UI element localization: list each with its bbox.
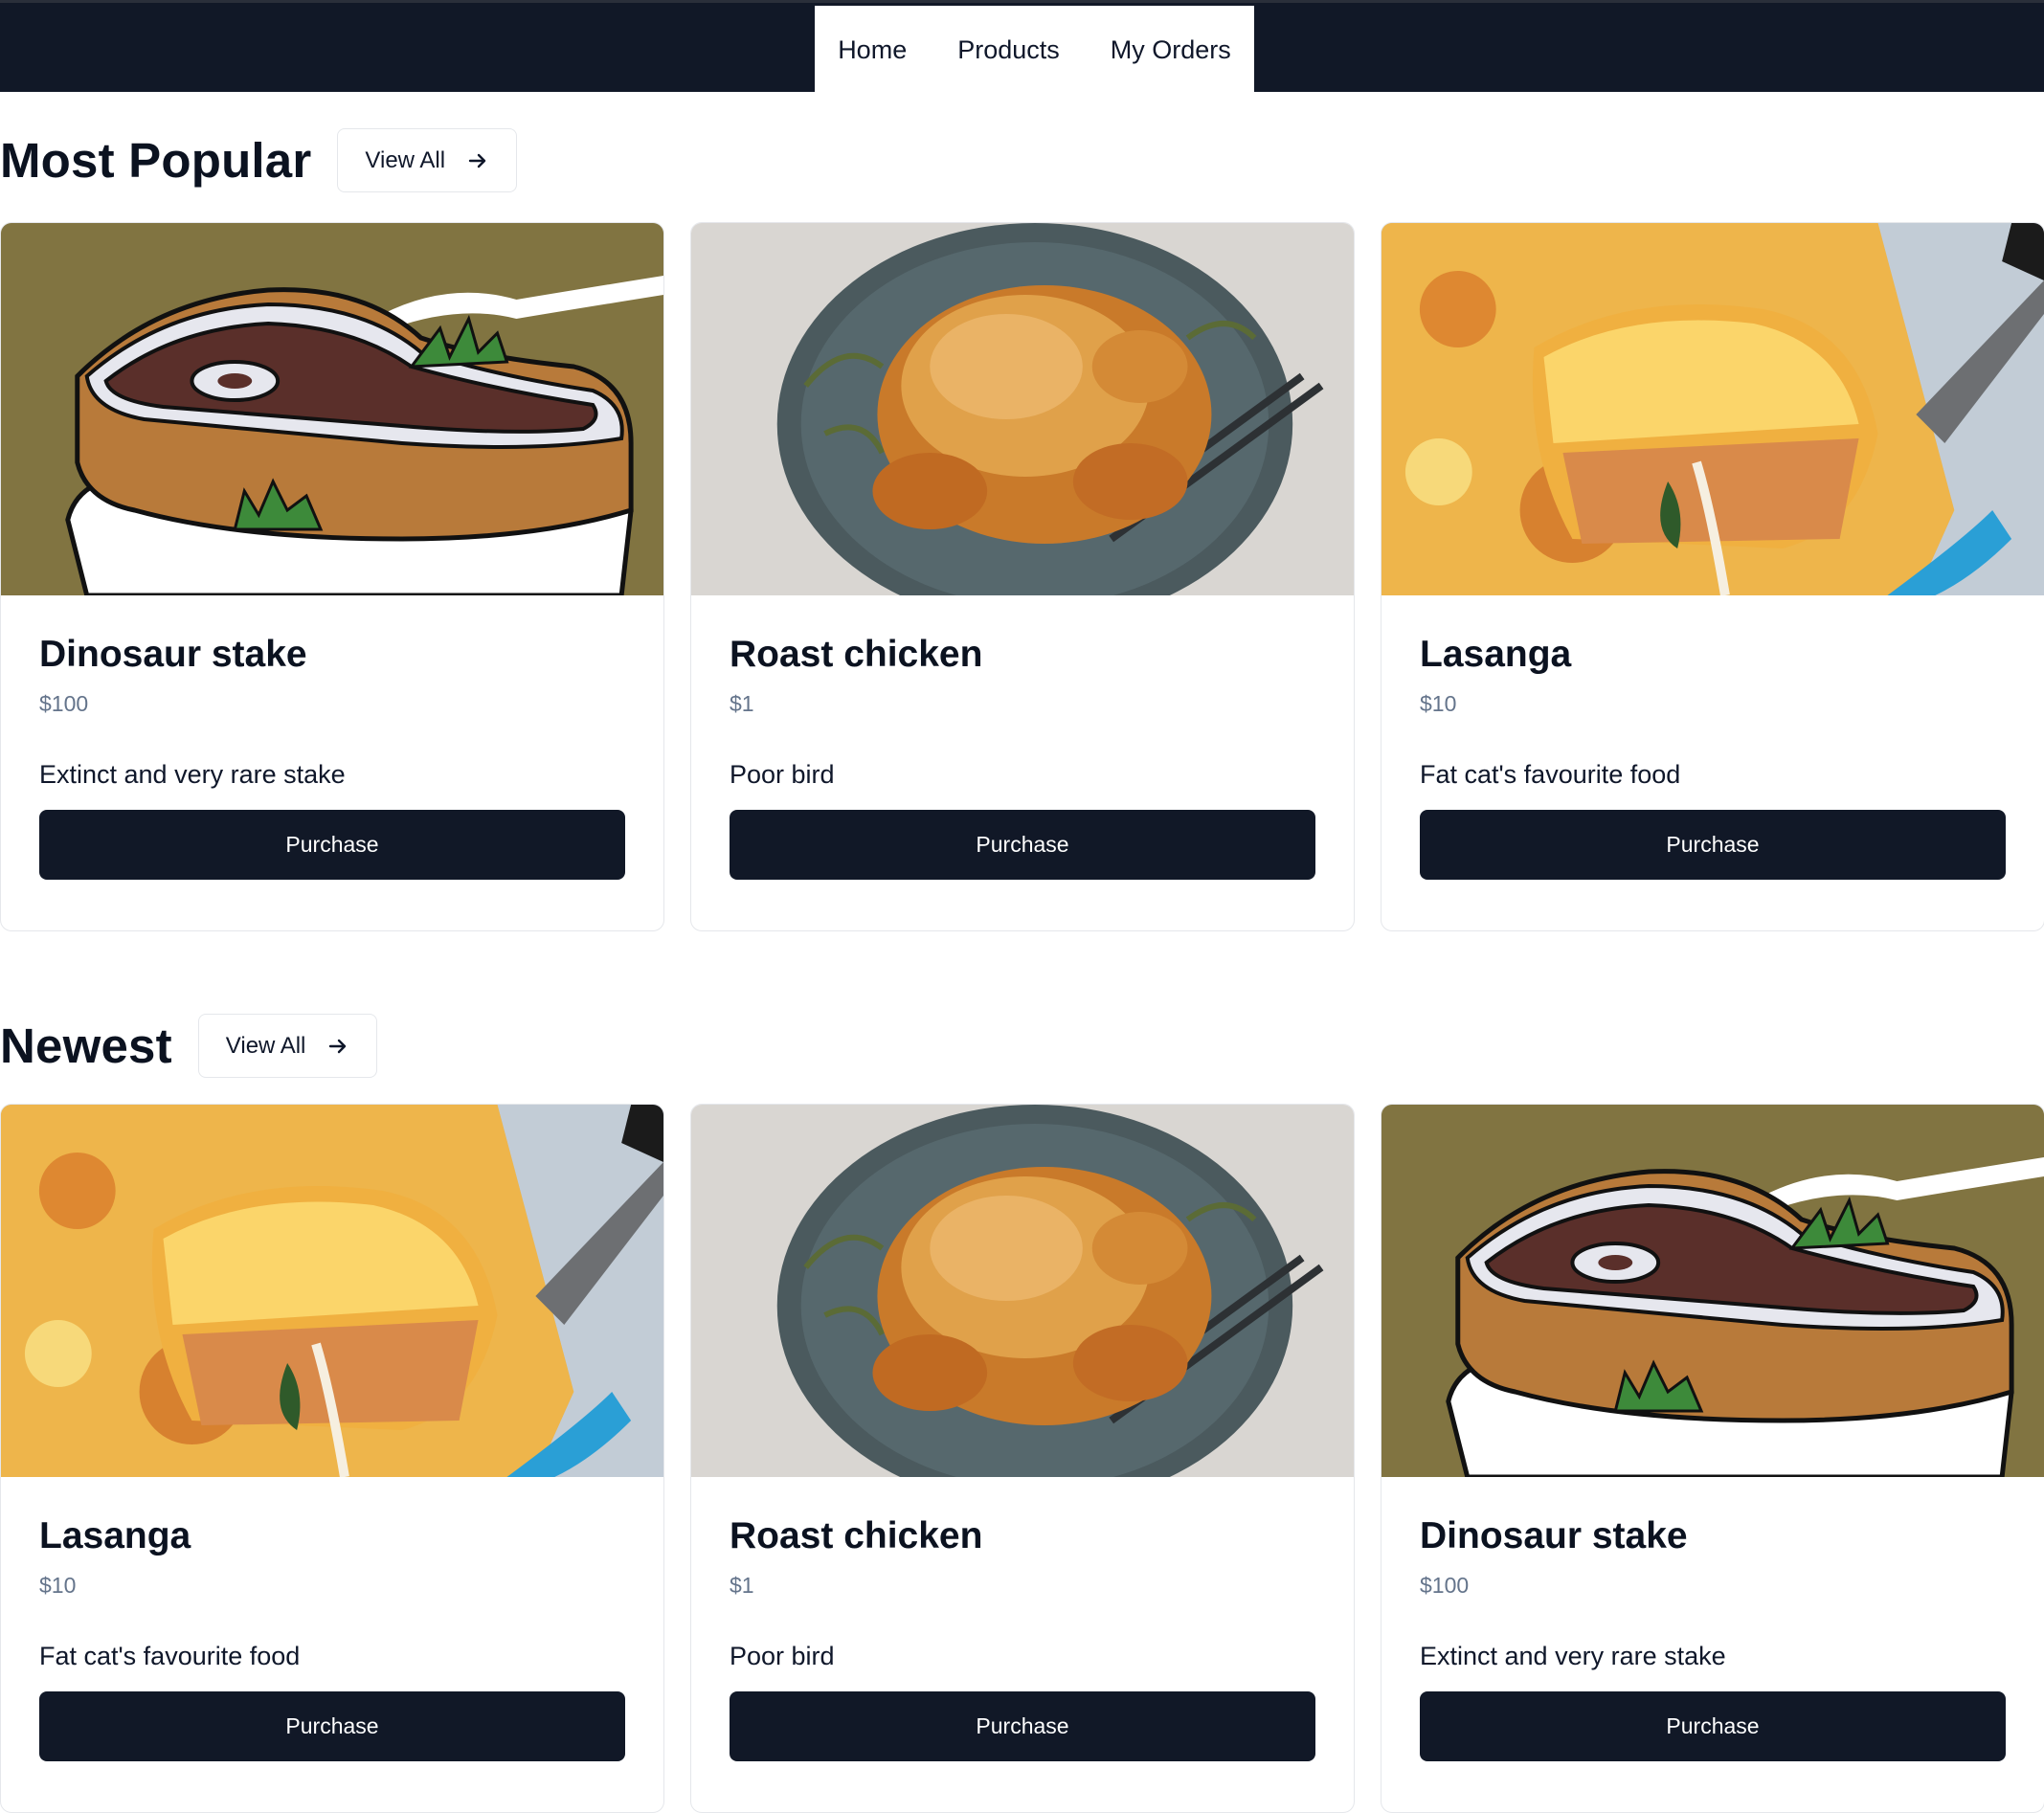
product-card: Lasanga $10 Fat cat's favourite food Pur… [0, 1104, 664, 1813]
arrow-right-icon [468, 153, 486, 168]
lasagna-image [1, 1105, 663, 1477]
product-description: Extinct and very rare stake [39, 760, 346, 789]
purchase-button[interactable]: Purchase [730, 1691, 1315, 1761]
product-description: Fat cat's favourite food [1420, 760, 1681, 789]
roast-chicken-image [691, 1105, 1354, 1477]
product-card: Dinosaur stake $100 Extinct and very rar… [1381, 1104, 2044, 1813]
most-popular-grid: Dinosaur stake $100 Extinct and very rar… [0, 222, 2044, 931]
purchase-button[interactable]: Purchase [39, 1691, 625, 1761]
nav-my-orders-link[interactable]: My Orders [1111, 35, 1231, 65]
product-price: $10 [1420, 691, 1457, 716]
purchase-button[interactable]: Purchase [39, 810, 625, 880]
purchase-button[interactable]: Purchase [1420, 810, 2006, 880]
product-description: Poor bird [730, 1642, 835, 1670]
roast-chicken-image [691, 223, 1354, 595]
product-price: $10 [39, 1573, 77, 1598]
dinosaur-steak-image [1381, 1105, 2044, 1477]
product-name: Lasanga [1420, 634, 1572, 675]
product-name: Lasanga [39, 1515, 191, 1556]
product-name: Roast chicken [730, 1515, 983, 1556]
product-card: Roast chicken $1 Poor bird Purchase [690, 1104, 1355, 1813]
section-title: Newest [0, 1018, 172, 1073]
product-name: Dinosaur stake [1420, 1515, 1688, 1556]
product-price: $1 [730, 1573, 754, 1598]
view-all-button[interactable]: View All [197, 1014, 378, 1078]
product-card: Dinosaur stake $100 Extinct and very rar… [0, 222, 664, 931]
purchase-button[interactable]: Purchase [1420, 1691, 2006, 1761]
arrow-right-icon [329, 1039, 347, 1053]
product-description: Extinct and very rare stake [1420, 1642, 1726, 1670]
top-navigation-bar: Home Products My Orders [0, 0, 2044, 95]
most-popular-header: Most Popular View All [0, 128, 518, 192]
view-all-label: View All [225, 1032, 306, 1059]
product-name: Dinosaur stake [39, 634, 307, 675]
product-description: Poor bird [730, 760, 835, 789]
dinosaur-steak-image [1, 223, 663, 595]
nav-home-link[interactable]: Home [838, 35, 907, 65]
purchase-button[interactable]: Purchase [730, 810, 1315, 880]
section-title: Most Popular [0, 133, 312, 188]
product-name: Roast chicken [730, 634, 983, 675]
product-price: $1 [730, 691, 754, 716]
product-card: Roast chicken $1 Poor bird Purchase [690, 222, 1355, 931]
main-nav: Home Products My Orders [815, 6, 1254, 95]
view-all-label: View All [365, 146, 446, 173]
product-description: Fat cat's favourite food [39, 1642, 301, 1670]
product-price: $100 [39, 691, 89, 716]
newest-grid: Lasanga $10 Fat cat's favourite food Pur… [0, 1104, 2044, 1813]
lasagna-image [1381, 223, 2044, 595]
nav-products-link[interactable]: Products [957, 35, 1060, 65]
product-card: Lasanga $10 Fat cat's favourite food Pur… [1381, 222, 2044, 931]
product-price: $100 [1420, 1573, 1470, 1598]
view-all-button[interactable]: View All [337, 128, 518, 192]
newest-header: Newest View All [0, 1014, 378, 1078]
